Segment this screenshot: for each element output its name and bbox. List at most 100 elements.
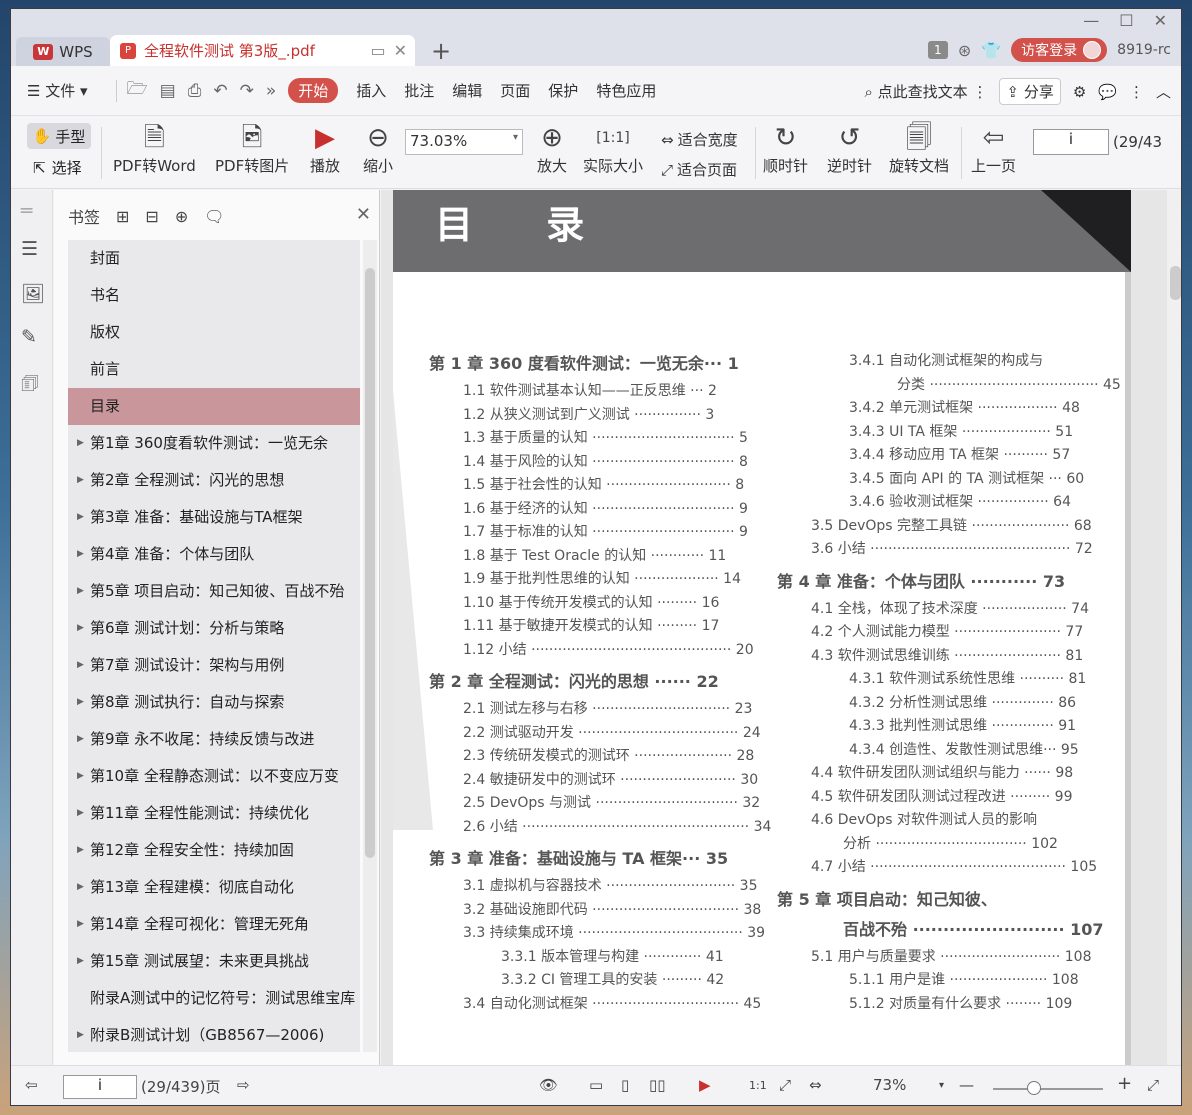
rotate-clockwise-button[interactable]: ↻ 顺时针 — [763, 121, 808, 176]
eye-protect-icon[interactable]: 👁 — [539, 1076, 558, 1094]
actual-size-button[interactable]: [1:1] 实际大小 — [583, 121, 643, 176]
tab-document[interactable]: P 全程软件测试 第3版_.pdf ▭ ✕ — [110, 35, 415, 66]
close-tab-icon[interactable]: ✕ — [394, 41, 407, 60]
menu-features[interactable]: 特色应用 — [596, 80, 656, 101]
fullscreen-icon[interactable]: ⤢ — [1147, 1076, 1159, 1094]
expand-arrow-icon[interactable]: ▶ — [77, 462, 84, 499]
menu-protect[interactable]: 保护 — [548, 80, 578, 101]
find-text-button[interactable]: ⌕ 点此查找文本 ⋮ — [864, 81, 987, 102]
bookmark-item[interactable]: ▶ 第2章 全程测试：闪光的思想 — [68, 462, 360, 499]
bookmark-item[interactable]: 版权 — [68, 314, 360, 351]
scrollbar-thumb[interactable] — [365, 268, 375, 858]
redo-icon[interactable]: ↷ — [240, 81, 254, 101]
bookmark-item[interactable]: ▶ 第8章 测试执行：自动与探索 — [68, 684, 360, 721]
zoom-in-button[interactable]: ⊕ 放大 — [537, 121, 567, 176]
chevron-down-icon[interactable]: ▾ — [939, 1080, 944, 1091]
close-window-icon[interactable]: ✕ — [1154, 11, 1167, 30]
guest-login-button[interactable]: 访客登录 — [1011, 38, 1108, 62]
expand-arrow-icon[interactable]: ▶ — [77, 499, 84, 536]
previous-page-button[interactable]: ⇦ 上一页 — [971, 121, 1016, 176]
bookmark-item[interactable]: ▶ 第5章 项目启动：知己知彼、百战不殆 — [68, 573, 360, 610]
tab-wps-home[interactable]: W WPS — [16, 37, 110, 66]
more-icon[interactable]: » — [266, 81, 276, 101]
expand-all-icon[interactable]: ⊞ — [116, 207, 129, 226]
fit-page-icon[interactable]: ⤢ — [779, 1076, 791, 1094]
continuous-page-icon[interactable]: ▯ — [621, 1076, 629, 1094]
zoom-slider[interactable] — [993, 1081, 1103, 1095]
expand-arrow-icon[interactable]: ▶ — [77, 573, 84, 610]
window-count-badge[interactable]: 1 — [927, 41, 948, 59]
document-viewer[interactable]: 目 录 第 1 章 360 度看软件测试：一览无余··· 1 1.1 软件测试基本… — [381, 190, 1181, 1065]
thumbnail-panel-icon[interactable]: 🖼 — [21, 282, 45, 305]
status-zoom-value[interactable]: 73% — [873, 1076, 906, 1094]
viewer-scrollbar[interactable] — [1167, 190, 1181, 1065]
file-menu[interactable]: ☰ 文件 ▾ — [27, 80, 88, 101]
pin-tab-icon[interactable]: ▭ — [370, 41, 385, 60]
settings-sync-icon[interactable]: ⊛ — [958, 41, 971, 60]
menu-start[interactable]: 开始 — [288, 78, 339, 103]
bookmark-item[interactable]: ▶ 第11章 全程性能测试：持续优化 — [68, 795, 360, 832]
actual-size-icon[interactable]: 1:1 — [749, 1079, 767, 1092]
bookmark-item[interactable]: ▶ 第3章 准备：基础设施与TA框架 — [68, 499, 360, 536]
menu-annotate[interactable]: 批注 — [404, 80, 434, 101]
bookmark-item[interactable]: ▶ 第1章 360度看软件测试：一览无余 — [68, 425, 360, 462]
zoom-select[interactable]: 73.03% ▾ — [405, 129, 523, 155]
expand-arrow-icon[interactable]: ▶ — [77, 869, 84, 906]
hand-tool-button[interactable]: ✋ 手型 — [27, 123, 91, 149]
fit-width-button[interactable]: ⇔ 适合宽度 — [661, 129, 738, 150]
pdf-to-image-button[interactable]: 🖻 PDF转图片 — [215, 121, 289, 176]
bookmark-item[interactable]: 前言 — [68, 351, 360, 388]
add-bookmark-icon[interactable]: ⊕ — [175, 207, 188, 226]
single-page-icon[interactable]: ▭ — [589, 1076, 603, 1094]
zoom-plus-icon[interactable]: + — [1117, 1073, 1132, 1094]
select-tool-button[interactable]: ⇱ 选择 — [33, 157, 82, 178]
bookmark-item[interactable]: ▶ 第10章 全程静态测试：以不变应万变 — [68, 758, 360, 795]
bookmark-item[interactable]: ▶ 第12章 全程安全性：持续加固 — [68, 832, 360, 869]
bookmark-item[interactable]: 附录A测试中的记忆符号：测试思维宝库 — [68, 980, 360, 1017]
pdf-to-word-button[interactable]: 🗎 PDF转Word — [113, 121, 196, 176]
rotate-document-button[interactable]: 🗐 旋转文档 — [889, 121, 949, 176]
menu-insert[interactable]: 插入 — [356, 80, 386, 101]
undo-icon[interactable]: ↶ — [213, 81, 227, 101]
zoom-minus-icon[interactable]: — — [959, 1076, 974, 1094]
page-number-input[interactable]: i — [1033, 129, 1109, 155]
bookmark-item[interactable]: ▶ 第15章 测试展望：未来更具挑战 — [68, 943, 360, 980]
maximize-icon[interactable]: ☐ — [1119, 11, 1133, 30]
menu-page[interactable]: 页面 — [500, 80, 530, 101]
expand-arrow-icon[interactable]: ▶ — [77, 647, 84, 684]
close-icon[interactable]: ✕ — [356, 204, 371, 225]
play-button[interactable]: ▶ 播放 — [310, 121, 340, 176]
two-page-icon[interactable]: ▯▯ — [649, 1076, 666, 1094]
collapse-ribbon-icon[interactable]: ︿ — [1156, 81, 1171, 102]
bookmark-item[interactable]: ▶ 第13章 全程建模：彻底自动化 — [68, 869, 360, 906]
bookmark-scrollbar[interactable] — [363, 240, 377, 1052]
expand-arrow-icon[interactable]: ▶ — [77, 906, 84, 943]
gear-icon[interactable]: ⚙ — [1073, 83, 1086, 101]
minimize-icon[interactable]: — — [1083, 11, 1099, 30]
attachment-panel-icon[interactable]: 🗊 — [21, 370, 39, 402]
kebab-icon[interactable]: ⋮ — [1129, 83, 1144, 101]
prev-page-icon[interactable]: ⇦ — [25, 1076, 38, 1094]
rotate-counterclockwise-button[interactable]: ↺ 逆时针 — [827, 121, 872, 176]
save-icon[interactable]: ▤ — [160, 81, 176, 101]
bookmark-options-icon[interactable]: 🗨 — [204, 207, 224, 226]
fit-width-icon[interactable]: ⇔ — [809, 1076, 822, 1094]
menu-edit[interactable]: 编辑 — [452, 80, 482, 101]
bookmark-item[interactable]: ▶ 第7章 测试设计：架构与用例 — [68, 647, 360, 684]
open-folder-icon[interactable]: 🗁 — [127, 76, 148, 105]
status-page-input[interactable]: i — [63, 1075, 137, 1099]
expand-arrow-icon[interactable]: ▶ — [77, 425, 84, 462]
bookmark-item[interactable]: ▶ 附录B测试计划（GB8567—2006) — [68, 1017, 360, 1052]
bookmark-panel-icon[interactable]: ☰ — [21, 238, 38, 260]
fit-page-button[interactable]: ⤢ 适合页面 — [661, 159, 737, 180]
expand-arrow-icon[interactable]: ▶ — [77, 1017, 84, 1052]
bookmark-item[interactable]: ▶ 第9章 永不收尾：持续反馈与改进 — [68, 721, 360, 758]
zoom-slider-handle[interactable] — [1027, 1081, 1041, 1095]
expand-arrow-icon[interactable]: ▶ — [77, 795, 84, 832]
expand-arrow-icon[interactable]: ▶ — [77, 832, 84, 869]
collapse-all-icon[interactable]: ⊟ — [145, 207, 158, 226]
scrollbar-thumb[interactable] — [1170, 266, 1181, 300]
bookmark-item[interactable]: ▶ 第6章 测试计划：分析与策略 — [68, 610, 360, 647]
annotation-panel-icon[interactable]: ✎ — [21, 326, 37, 348]
expand-arrow-icon[interactable]: ▶ — [77, 721, 84, 758]
